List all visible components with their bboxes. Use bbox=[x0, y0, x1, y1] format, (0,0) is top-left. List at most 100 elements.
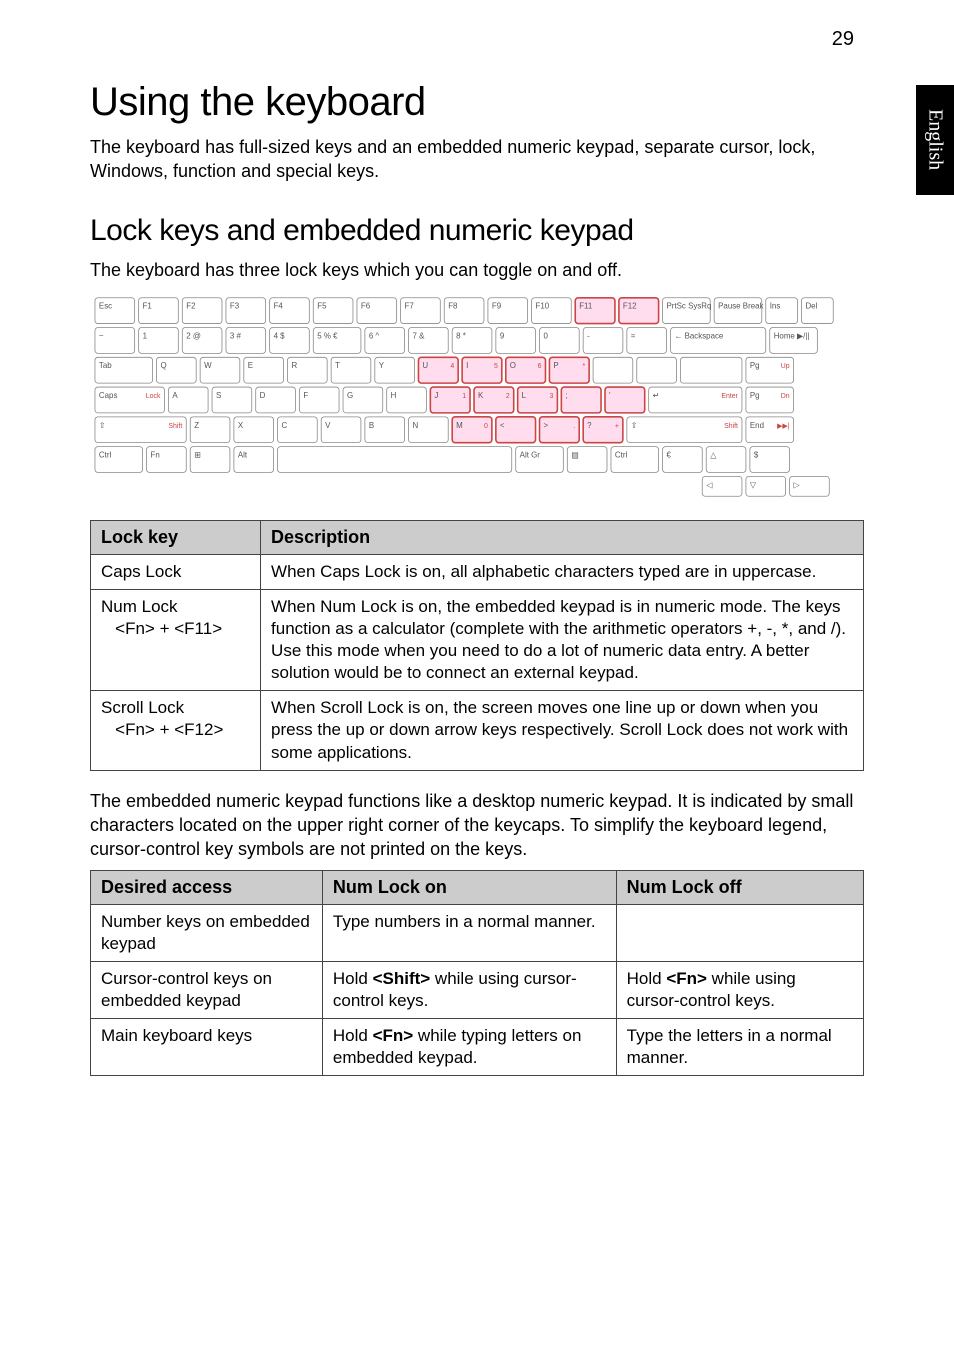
svg-text:Q: Q bbox=[160, 361, 166, 370]
svg-text:Home ▶/||: Home ▶/|| bbox=[774, 331, 810, 340]
svg-text:Ins: Ins bbox=[770, 302, 781, 311]
cell: Hold <Shift> while using cursor-control … bbox=[322, 961, 616, 1018]
svg-text:Alt: Alt bbox=[238, 450, 248, 459]
table-row: Num Lock <Fn> + <F11>When Num Lock is on… bbox=[91, 589, 864, 690]
lock-key-name: Caps Lock bbox=[101, 562, 181, 581]
svg-text:F: F bbox=[303, 391, 308, 400]
svg-text:⇧: ⇧ bbox=[99, 421, 106, 430]
keyboard-svg: EscF1F2F3F4F5F6F7F8F9F10F11F12PrtSc SysR… bbox=[90, 292, 864, 502]
svg-text:Enter: Enter bbox=[721, 393, 738, 400]
svg-text:X: X bbox=[238, 421, 244, 430]
svg-text:;: ; bbox=[565, 391, 567, 400]
svg-text:~: ~ bbox=[99, 331, 104, 340]
th-lock-key: Lock key bbox=[91, 520, 261, 554]
svg-text:8 *: 8 * bbox=[456, 331, 466, 340]
svg-text:← Backspace: ← Backspace bbox=[674, 331, 723, 340]
cell: Hold <Fn> while typing letters on embedd… bbox=[322, 1018, 616, 1075]
svg-text:0: 0 bbox=[543, 331, 548, 340]
svg-text:F12: F12 bbox=[623, 302, 637, 311]
svg-text:W: W bbox=[204, 361, 212, 370]
svg-text:3 #: 3 # bbox=[230, 331, 242, 340]
svg-text:1: 1 bbox=[143, 331, 148, 340]
svg-text:△: △ bbox=[710, 450, 717, 459]
svg-text:Tab: Tab bbox=[99, 361, 112, 370]
svg-text:I: I bbox=[466, 361, 468, 370]
svg-text:Alt Gr: Alt Gr bbox=[520, 450, 541, 459]
svg-text:G: G bbox=[347, 391, 353, 400]
svg-text:M: M bbox=[456, 421, 463, 430]
svg-text:Pg: Pg bbox=[750, 391, 760, 400]
cell: Type numbers in a normal manner. bbox=[322, 904, 616, 961]
keyboard-diagram: EscF1F2F3F4F5F6F7F8F9F10F11F12PrtSc SysR… bbox=[90, 292, 864, 502]
svg-text:R: R bbox=[291, 361, 297, 370]
svg-text:N: N bbox=[413, 421, 419, 430]
svg-text:Lock: Lock bbox=[146, 393, 161, 400]
svg-text:O: O bbox=[510, 361, 516, 370]
svg-text:Shift: Shift bbox=[724, 423, 738, 430]
svg-text:-: - bbox=[587, 331, 590, 340]
table-row: Number keys on embedded keypadType numbe… bbox=[91, 904, 864, 961]
svg-text:F3: F3 bbox=[230, 302, 240, 311]
section-heading: Lock keys and embedded numeric keypad bbox=[90, 214, 864, 248]
svg-text:▷: ▷ bbox=[794, 480, 801, 489]
svg-text:Pause Break: Pause Break bbox=[718, 302, 763, 311]
th-numlock-off: Num Lock off bbox=[616, 870, 863, 904]
svg-text:F6: F6 bbox=[361, 302, 371, 311]
svg-text:F2: F2 bbox=[186, 302, 195, 311]
language-tab: English bbox=[916, 85, 954, 195]
svg-text:Dn: Dn bbox=[781, 393, 790, 400]
svg-text:V: V bbox=[325, 421, 331, 430]
svg-text:1: 1 bbox=[462, 393, 466, 400]
svg-text:2 @: 2 @ bbox=[186, 331, 201, 340]
svg-text:F8: F8 bbox=[448, 302, 458, 311]
svg-text:↵: ↵ bbox=[653, 391, 660, 400]
svg-text:Caps: Caps bbox=[99, 391, 118, 400]
svg-text:S: S bbox=[216, 391, 221, 400]
svg-text:6 ^: 6 ^ bbox=[369, 331, 380, 340]
description-cell: When Caps Lock is on, all alphabetic cha… bbox=[261, 554, 864, 589]
cell bbox=[616, 904, 863, 961]
svg-text:F1: F1 bbox=[143, 302, 153, 311]
description-cell: When Num Lock is on, the embedded keypad… bbox=[261, 589, 864, 690]
key-combo: <Fn> + <F12> bbox=[101, 720, 223, 739]
svg-text:J: J bbox=[434, 391, 438, 400]
svg-text:▶▶|: ▶▶| bbox=[777, 423, 790, 430]
svg-text:Shift: Shift bbox=[168, 423, 182, 430]
lock-keys-table: Lock key Description Caps Lock When Caps … bbox=[90, 520, 864, 771]
lock-key-cell: Caps Lock bbox=[91, 554, 261, 589]
svg-text:◁: ◁ bbox=[706, 480, 713, 489]
lock-key-cell: Num Lock <Fn> + <F11> bbox=[91, 589, 261, 690]
svg-text:=: = bbox=[631, 331, 636, 340]
svg-text:5: 5 bbox=[494, 363, 498, 370]
svg-text:4: 4 bbox=[450, 363, 454, 370]
cell: Type the letters in a normal manner. bbox=[616, 1018, 863, 1075]
th-description: Description bbox=[261, 520, 864, 554]
svg-text:5 % €: 5 % € bbox=[317, 331, 338, 340]
svg-text:P: P bbox=[553, 361, 558, 370]
th-desired-access: Desired access bbox=[91, 870, 323, 904]
svg-text:C: C bbox=[282, 421, 288, 430]
document-page: 29 English Using the keyboard The keyboa… bbox=[0, 0, 954, 1134]
svg-text:PrtSc SysRq: PrtSc SysRq bbox=[667, 302, 712, 311]
svg-text:End: End bbox=[750, 421, 764, 430]
th-numlock-on: Num Lock on bbox=[322, 870, 616, 904]
svg-text:D: D bbox=[260, 391, 266, 400]
table-row: Cursor-control keys on embedded keypadHo… bbox=[91, 961, 864, 1018]
svg-text:K: K bbox=[478, 391, 484, 400]
lock-key-name: Num Lock bbox=[101, 597, 178, 616]
svg-text:7 &: 7 & bbox=[413, 331, 426, 340]
svg-text:F9: F9 bbox=[492, 302, 502, 311]
lock-key-cell: Scroll Lock <Fn> + <F12> bbox=[91, 691, 261, 770]
svg-text:Esc: Esc bbox=[99, 302, 112, 311]
cell: Number keys on embedded keypad bbox=[91, 904, 323, 961]
svg-text:*: * bbox=[582, 363, 585, 370]
key-combo: <Fn> + <F11> bbox=[101, 619, 222, 638]
svg-text:F5: F5 bbox=[317, 302, 327, 311]
svg-text:€: € bbox=[667, 450, 672, 459]
svg-text:3: 3 bbox=[550, 393, 554, 400]
svg-text:Del: Del bbox=[805, 302, 817, 311]
svg-text:Pg: Pg bbox=[750, 361, 760, 370]
svg-text:Ctrl: Ctrl bbox=[615, 450, 628, 459]
mid-paragraph: The embedded numeric keypad functions li… bbox=[90, 789, 864, 862]
numlock-table: Desired access Num Lock on Num Lock off … bbox=[90, 870, 864, 1077]
